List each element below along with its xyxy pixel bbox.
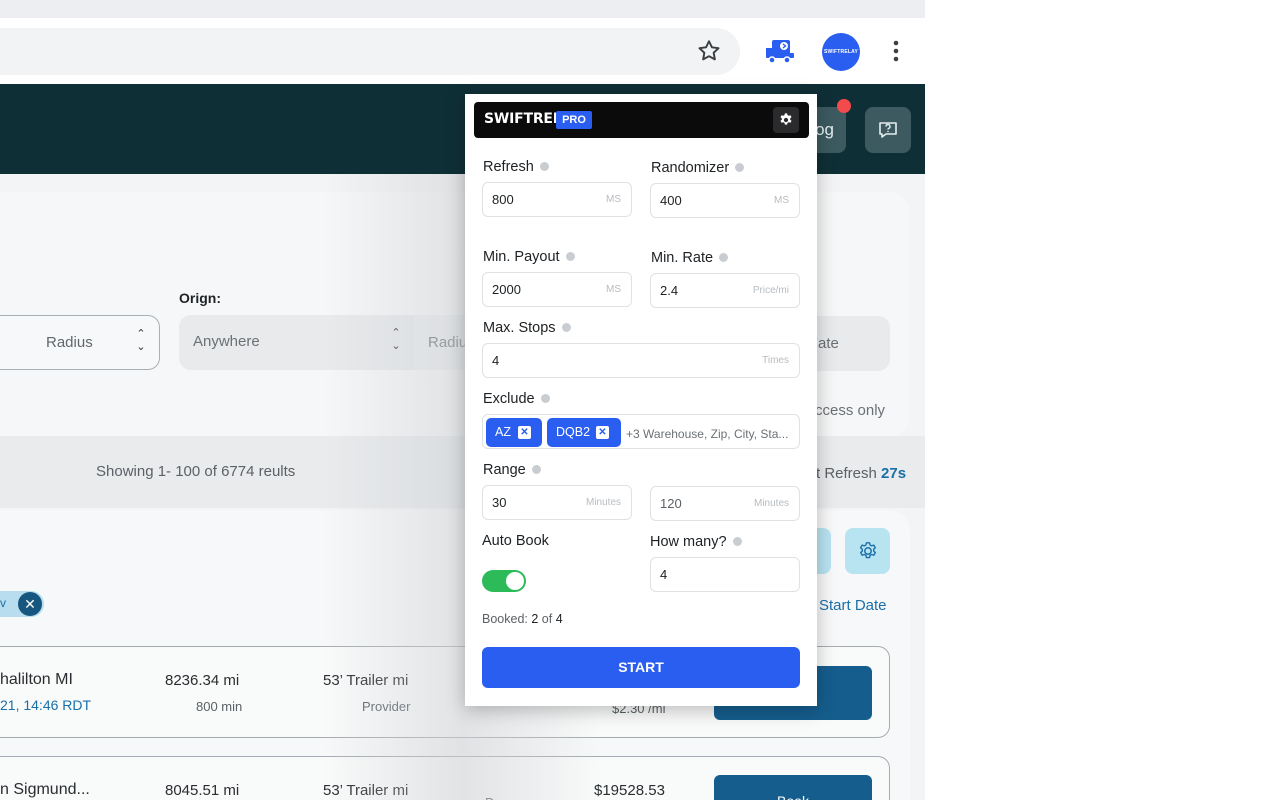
info-icon[interactable] [539,161,549,171]
min-rate-label: Min. Rate [651,250,729,266]
row-duration: 800 min [196,699,243,714]
exclude-tag: DQB2 ✕ [547,418,621,447]
info-icon[interactable] [565,251,575,261]
sort-start-date[interactable]: Start Date [819,597,887,614]
gear-icon [780,113,792,125]
info-icon[interactable] [735,162,745,172]
tab-strip [0,0,925,18]
row-origin: halilton MI [0,671,73,688]
exclude-placeholder: Warehouse, Zip, City, Sta... [643,427,789,441]
date-placeholder: ate [818,335,839,352]
origin-input[interactable]: Anywhere ⌃ ⌄ [179,315,414,370]
how-many-label: How many? [650,534,742,550]
row-equipment: 53’ Trailer mi [323,672,409,689]
row-price: $19528.53 [594,782,665,799]
radius-stepper[interactable]: ⌃ ⌄ [134,328,148,358]
results-count: Showing 1- 100 of 6774 reults [96,463,296,480]
gear-icon [859,542,876,559]
info-icon[interactable] [561,322,571,332]
table-row[interactable]: n Sigmund... 8045.51 mi 53’ Trailer mi D… [0,756,890,800]
refresh-label: Refresh [483,159,549,175]
exclude-label: Exclude [483,391,550,407]
address-bar[interactable] [0,28,740,75]
row-stop-type: Drop [485,795,513,800]
randomizer-input[interactable]: 400 MS [650,183,800,218]
min-rate-input[interactable]: 2.4 Price/mi [650,273,800,308]
exclude-tag: AZ ✕ [486,418,542,447]
popup-settings-button[interactable] [773,107,799,133]
range-max-input[interactable]: 120 Minutes [650,486,800,521]
settings-button[interactable] [845,528,890,574]
start-button[interactable]: START [482,647,800,688]
help-icon [879,122,897,138]
swiftrelay-popup: SWIFTRELAY PRO Refresh 800 MS Randomizer… [465,94,817,706]
row-provider: Provider [362,699,411,714]
origin-label: Orign: [179,290,221,306]
filter-chip-label: v [0,596,6,610]
exclude-overflow: +3 Warehouse, Zip, City, Sta... [626,427,789,441]
max-stops-input[interactable]: 4 Times [482,343,800,378]
info-icon[interactable] [540,393,550,403]
radius-select[interactable]: Radius ⌃ ⌄ [0,315,160,370]
auto-book-toggle[interactable] [482,570,526,592]
book-button[interactable]: Book [714,775,872,800]
info-icon[interactable] [531,464,541,474]
row-distance: 8045.51 mi [165,782,240,799]
row-origin: n Sigmund... [0,781,90,798]
toggle-knob [506,572,524,590]
browser-chrome: SWIFTRELAY [0,0,925,84]
popup-header: SWIFTRELAY PRO [474,102,809,138]
profile-avatar[interactable]: SWIFTRELAY [822,33,860,71]
popup-form: Refresh 800 MS Randomizer 400 MS Min. Pa… [474,146,809,698]
how-many-input[interactable]: 4 [650,557,800,592]
row-equipment: 53’ Trailer mi [323,782,409,799]
last-refresh: t Refresh 27s [816,465,907,482]
remove-tag-icon[interactable]: ✕ [596,426,609,439]
row-distance: 8236.34 mi [165,672,240,689]
pro-badge: PRO [556,111,592,129]
range-label: Range [483,462,541,478]
kebab-menu-icon[interactable] [886,38,906,64]
refresh-value: 27s [881,465,907,482]
help-button[interactable] [865,107,911,153]
range-min-input[interactable]: 30 Minutes [482,485,632,520]
min-payout-label: Min. Payout [483,249,575,265]
radius-placeholder: Radius [46,334,93,351]
max-stops-label: Max. Stops [483,320,571,336]
filter-chip: v ✕ [0,591,44,617]
origin-stepper[interactable]: ⌃ ⌄ [389,327,403,357]
destination-radius-select[interactable]: Radiu [414,315,469,370]
chip-close-icon[interactable]: ✕ [18,592,42,616]
info-icon[interactable] [719,252,729,262]
origin-placeholder: Anywhere [193,333,260,350]
bookmark-star-icon[interactable] [696,38,722,64]
min-payout-input[interactable]: 2000 MS [482,272,632,307]
booked-status: Booked: 2 of 4 [482,612,563,626]
destination-radius-placeholder: Radiu [428,334,468,351]
notification-dot [837,99,851,113]
info-icon[interactable] [732,536,742,546]
row-time: 21, 14:46 RDT [0,697,92,713]
refresh-input[interactable]: 800 MS [482,182,632,217]
access-only-toggle-label[interactable]: ccess only [815,402,885,419]
auto-book-label: Auto Book [482,533,549,549]
remove-tag-icon[interactable]: ✕ [518,426,531,439]
randomizer-label: Randomizer [651,160,745,176]
truck-extension-icon[interactable] [764,36,798,66]
